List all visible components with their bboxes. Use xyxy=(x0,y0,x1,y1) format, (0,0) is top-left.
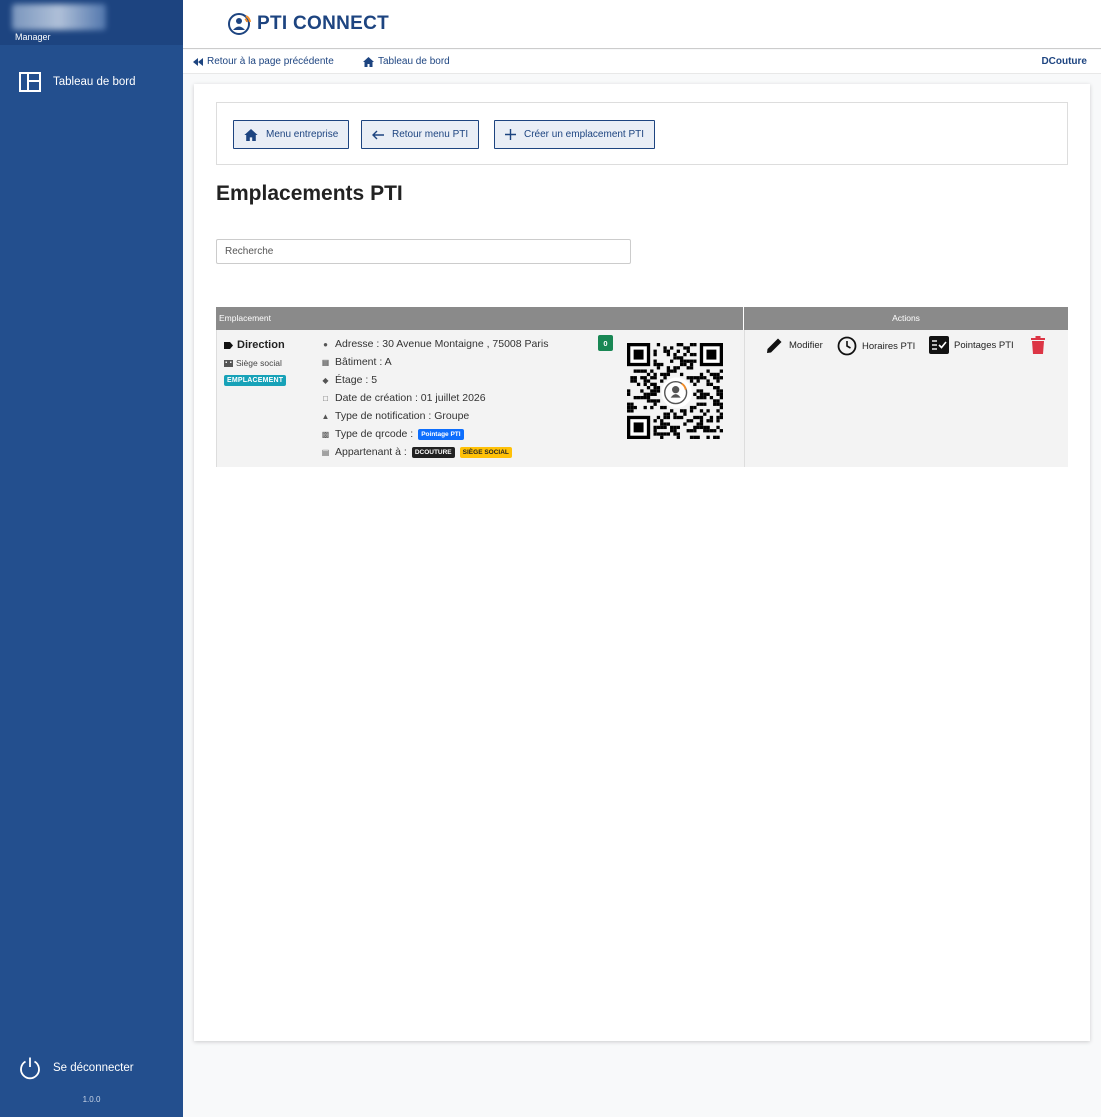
clock-icon xyxy=(837,336,857,356)
owner-site-badge: SIÈGE SOCIAL xyxy=(459,446,512,458)
checkins-label: Pointages PTI xyxy=(954,339,1014,351)
map-pin-icon: ● xyxy=(323,339,328,349)
plus-icon xyxy=(505,129,516,140)
sidebar-item-label: Tableau de bord xyxy=(53,76,136,88)
qrcode-type-info: ▩ Type de qrcode : Pointage PTI xyxy=(321,428,464,440)
floor-text: Étage : 5 xyxy=(335,374,378,386)
brand-logo[interactable]: PTI CONNECT xyxy=(227,11,389,37)
calendar-icon: □ xyxy=(323,393,328,403)
company-menu-button[interactable]: Menu entreprise xyxy=(233,120,350,149)
owner-company-badge: DCOUTURE xyxy=(411,446,455,458)
checkins-button[interactable]: Pointages PTI xyxy=(929,336,1014,354)
column-header-actions: Actions xyxy=(892,313,920,323)
owner-info: ▤ Appartenant à : DCOUTURE SIÈGE SOCIAL xyxy=(321,446,512,458)
dashboard-link[interactable]: Tableau de bord xyxy=(363,56,450,67)
logout-button[interactable]: Se déconnecter xyxy=(19,1056,134,1080)
creation-date-text: Date de création : 01 juillet 2026 xyxy=(335,392,486,404)
creation-date-info: □ Date de création : 01 juillet 2026 xyxy=(321,392,486,404)
sidebar-item-dashboard[interactable]: Tableau de bord xyxy=(19,72,135,92)
delete-button[interactable] xyxy=(1031,336,1045,354)
search-input[interactable] xyxy=(216,239,631,264)
back-link[interactable]: Retour à la page précédente xyxy=(193,56,334,67)
qrcode-type-label: Type de qrcode : xyxy=(335,428,414,440)
owner-label: Appartenant à : xyxy=(335,446,407,458)
rewind-icon xyxy=(193,57,203,66)
building-info: ▦ Bâtiment : A xyxy=(321,356,392,368)
column-header-location: Emplacement xyxy=(216,307,744,330)
pencil-icon xyxy=(767,338,782,353)
actions-cell: Modifier Horaires PTI Pointages PTI xyxy=(745,330,1068,467)
back-pti-menu-button[interactable]: Retour menu PTI xyxy=(361,120,480,149)
home-icon xyxy=(244,128,258,141)
user-role: Manager xyxy=(15,32,51,42)
top-header: PTI CONNECT xyxy=(183,0,1101,49)
notification-type-info: ▲ Type de notification : Groupe xyxy=(321,410,470,422)
power-icon xyxy=(20,1057,40,1080)
logout-label: Se déconnecter xyxy=(53,1062,134,1074)
user-avatar[interactable] xyxy=(12,4,106,30)
schedules-button[interactable]: Horaires PTI xyxy=(837,336,915,356)
location-type: Siège social xyxy=(224,358,282,368)
edit-label: Modifier xyxy=(789,340,823,351)
location-type-text: Siège social xyxy=(236,358,282,368)
back-link-label: Retour à la page précédente xyxy=(207,56,334,67)
building-text: Bâtiment : A xyxy=(335,356,392,368)
arrow-left-icon xyxy=(372,130,384,139)
address-info: ● Adresse : 30 Avenue Montaigne , 75008 … xyxy=(321,338,548,350)
location-cell: Direction Siège social EMPLACEMENT ● Adr… xyxy=(217,330,745,467)
shield-person-icon xyxy=(228,13,251,35)
table-row: Direction Siège social EMPLACEMENT ● Adr… xyxy=(216,330,1068,467)
table-header: Emplacement Actions xyxy=(216,307,1068,330)
layers-icon: ◆ xyxy=(322,375,329,385)
back-pti-menu-label: Retour menu PTI xyxy=(392,129,469,140)
brand-name: PTI CONNECT xyxy=(257,13,390,34)
dashboard-link-label: Tableau de bord xyxy=(378,56,450,67)
create-location-label: Créer un emplacement PTI xyxy=(524,129,645,140)
qr-code-image[interactable] xyxy=(627,343,723,441)
location-name[interactable]: Direction xyxy=(224,339,285,351)
tag-icon xyxy=(224,341,233,349)
count-badge: 0 xyxy=(598,335,613,351)
page-title: Emplacements PTI xyxy=(216,182,403,205)
dashboard-icon xyxy=(19,72,41,92)
qr-code-icon xyxy=(627,343,723,439)
location-badge: EMPLACEMENT xyxy=(224,375,287,386)
company-icon: ▤ xyxy=(321,447,330,457)
action-toolbar: Menu entreprise Retour menu PTI Créer un… xyxy=(216,102,1068,165)
home-icon xyxy=(363,56,374,67)
schedules-label: Horaires PTI xyxy=(862,340,916,352)
building-icon: ▦ xyxy=(321,357,330,367)
app-version: 1.0.0 xyxy=(82,1095,101,1104)
sidebar: Manager Tableau de bord Se déconnecter 1… xyxy=(0,0,183,1117)
building-icon xyxy=(224,360,233,367)
sidebar-header: Manager xyxy=(0,0,183,45)
breadcrumb: Retour à la page précédente Tableau de b… xyxy=(183,50,1101,74)
edit-button[interactable]: Modifier xyxy=(765,336,823,355)
current-user[interactable]: DCouture xyxy=(1041,56,1087,67)
main-card: Menu entreprise Retour menu PTI Créer un… xyxy=(194,84,1090,1041)
trash-icon xyxy=(1031,336,1045,354)
address-text: Adresse : 30 Avenue Montaigne , 75008 Pa… xyxy=(335,338,549,350)
create-location-button[interactable]: Créer un emplacement PTI xyxy=(494,120,656,149)
floor-info: ◆ Étage : 5 xyxy=(321,374,377,386)
notification-type-text: Type de notification : Groupe xyxy=(335,410,470,422)
qrcode-type-badge: Pointage PTI xyxy=(418,428,464,440)
locations-table: Emplacement Actions Direction Siège soci… xyxy=(216,307,1068,467)
checklist-icon xyxy=(929,336,949,354)
bell-icon: ▲ xyxy=(321,411,330,421)
qrcode-icon: ▩ xyxy=(321,429,330,439)
location-name-text: Direction xyxy=(237,339,285,351)
company-menu-label: Menu entreprise xyxy=(266,129,339,140)
